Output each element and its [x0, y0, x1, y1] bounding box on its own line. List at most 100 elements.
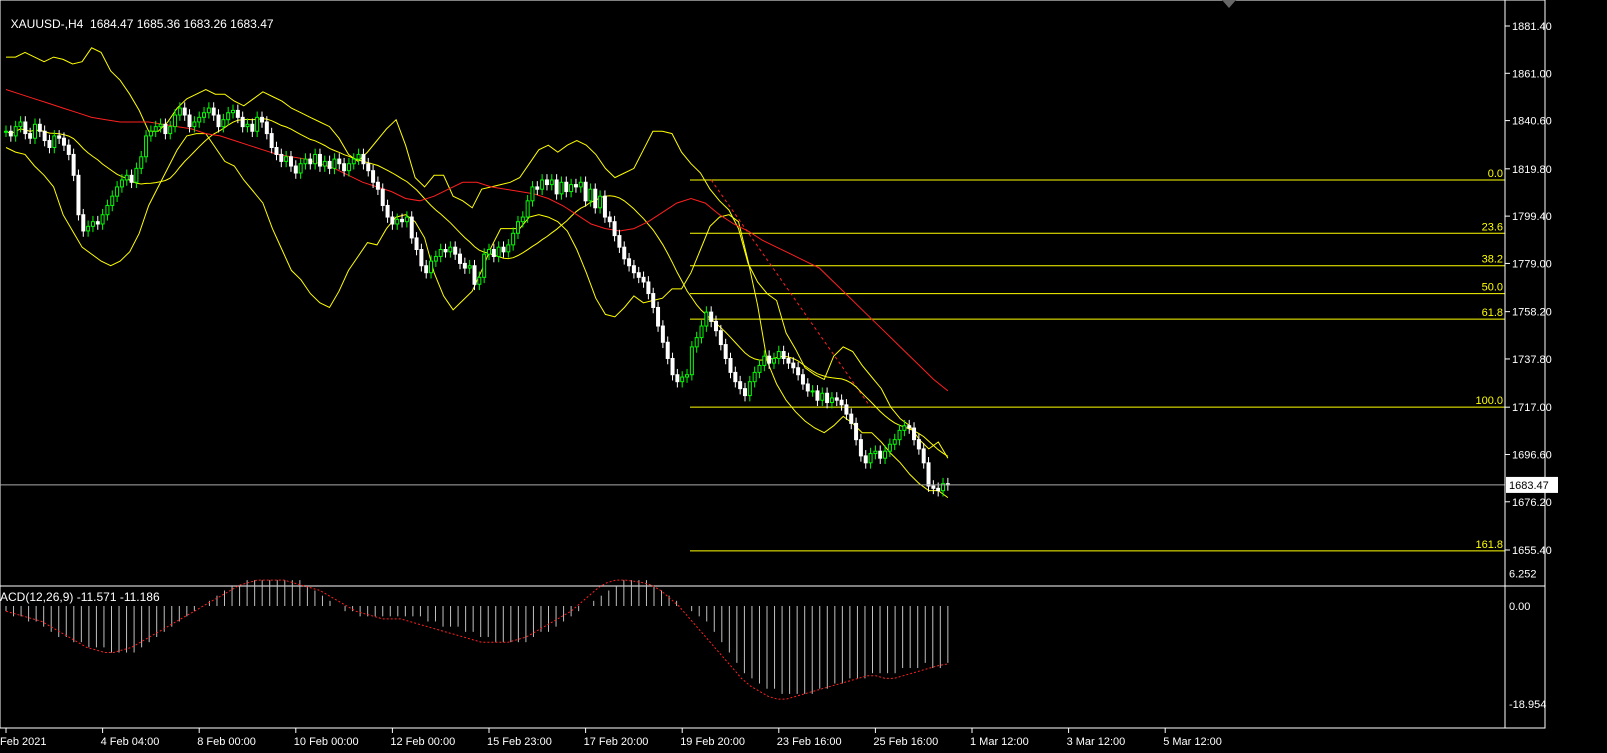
- candle-body: [366, 163, 371, 172]
- candle-body: [110, 195, 115, 206]
- candle-body: [511, 232, 516, 246]
- chart-canvas[interactable]: 0.0 23.6 38.2 50.0 61.8 100.0 161.8 1683.47 188…: [0, 0, 1607, 753]
- candle-body: [153, 126, 158, 132]
- candle-body: [317, 153, 322, 167]
- candle-body: [892, 439, 897, 445]
- candle-body: [858, 439, 863, 457]
- candle-body: [269, 133, 274, 148]
- candle-body: [134, 167, 139, 183]
- candle-body: [95, 221, 100, 225]
- candle-body: [588, 188, 593, 202]
- candle-body: [598, 195, 603, 209]
- candle-body: [284, 156, 289, 162]
- candle-body: [477, 276, 482, 285]
- time-tick-label: 17 Feb 20:00: [584, 736, 649, 748]
- time-tick-label: 10 Feb 00:00: [294, 736, 359, 748]
- candle-body: [593, 188, 598, 209]
- candle-body: [313, 153, 318, 165]
- price-tick-label: 1819.80: [1512, 164, 1552, 176]
- candle-body: [926, 462, 931, 487]
- candle-body: [728, 357, 733, 373]
- candle-body: [810, 390, 815, 393]
- candle-body: [86, 225, 91, 232]
- candle-body: [443, 249, 448, 253]
- candle-body: [139, 156, 144, 169]
- candle-body: [612, 221, 617, 237]
- macd-tick-label: 6.252: [1509, 569, 1537, 581]
- candle-body: [105, 204, 110, 216]
- candle-body: [37, 123, 42, 132]
- time-tick-label: 15 Feb 23:00: [487, 736, 552, 748]
- candle-body: [878, 450, 883, 459]
- candle-body: [250, 123, 255, 132]
- candle-body: [390, 216, 395, 225]
- candle-body: [834, 397, 839, 401]
- candle-body: [288, 156, 293, 167]
- candle-body: [627, 258, 632, 267]
- time-tick-label: 4 Feb 04:00: [101, 736, 160, 748]
- candle-body: [211, 107, 216, 116]
- candle-body: [781, 351, 786, 359]
- candle-body: [18, 121, 23, 128]
- candle-body: [607, 216, 612, 223]
- candle-body: [602, 195, 607, 218]
- candle-body: [419, 249, 424, 267]
- candle-body: [52, 135, 57, 148]
- candle-body: [641, 276, 646, 283]
- candle-body: [380, 188, 385, 206]
- candle-body: [100, 214, 105, 225]
- candle-body: [902, 425, 907, 431]
- candle-body: [433, 255, 438, 262]
- candle-body: [530, 186, 535, 202]
- candle-body: [385, 204, 390, 218]
- candle-body: [535, 186, 540, 190]
- candle-body: [916, 439, 921, 450]
- candle-body: [293, 165, 298, 174]
- candle-body: [115, 186, 120, 197]
- price-tick-label: 1737.80: [1512, 354, 1552, 366]
- candle-body: [742, 388, 747, 397]
- candle-body: [438, 249, 443, 257]
- candle-body: [148, 130, 153, 137]
- candle-body: [631, 265, 636, 274]
- candle-body: [221, 119, 226, 128]
- candle-body: [351, 158, 356, 165]
- candle-body: [119, 179, 124, 188]
- time-tick-label: 8 Feb 00:00: [197, 736, 256, 748]
- candle-body: [829, 397, 834, 404]
- candle-body: [158, 123, 163, 128]
- candle-body: [800, 374, 805, 385]
- candle-body: [540, 179, 545, 190]
- candle-body: [660, 325, 665, 343]
- price-tick-label: 1676.20: [1512, 497, 1552, 509]
- candle-body: [8, 130, 13, 137]
- candle-body: [61, 137, 66, 146]
- candle-body: [665, 341, 670, 359]
- candle-body: [815, 390, 820, 401]
- candle-body: [564, 181, 569, 193]
- candle-body: [42, 130, 47, 142]
- candle-body: [327, 160, 332, 169]
- fibo-level-label: 50.0: [1482, 282, 1503, 294]
- candle-body: [308, 158, 313, 165]
- candle-body: [163, 123, 168, 135]
- chart-header: XAUUSD-,H4 1684.47 1685.36 1683.26 1683.…: [4, 3, 274, 31]
- candle-body: [47, 140, 52, 148]
- candle-body: [887, 443, 892, 452]
- candle-body: [675, 374, 680, 383]
- candle-body: [13, 126, 18, 137]
- candle-body: [346, 163, 351, 172]
- candle-body: [506, 244, 511, 253]
- candle-body: [873, 450, 878, 455]
- candle-body: [168, 126, 173, 135]
- candle-body: [81, 214, 86, 232]
- candle-body: [791, 362, 796, 369]
- candle-body: [805, 383, 810, 392]
- time-tick-label: 19 Feb 20:00: [680, 736, 745, 748]
- candle-body: [491, 249, 496, 257]
- candle-body: [863, 455, 868, 464]
- candle-body: [255, 116, 260, 132]
- time-tick-label: 25 Feb 16:00: [873, 736, 938, 748]
- candle-body: [337, 158, 342, 165]
- macd-tick-label: 0.00: [1509, 601, 1530, 613]
